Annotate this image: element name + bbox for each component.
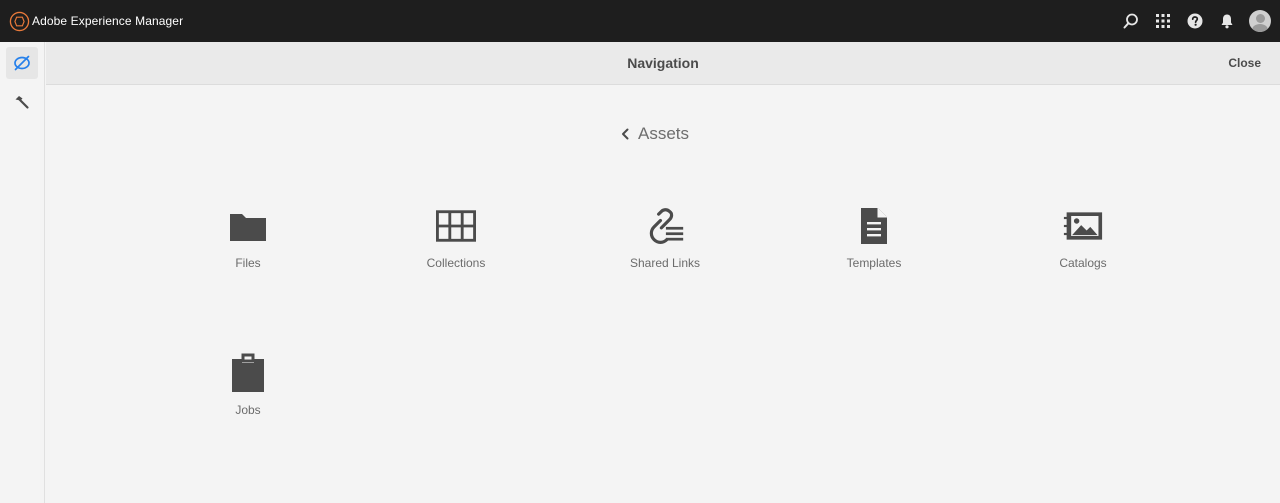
help-button[interactable] bbox=[1179, 0, 1211, 42]
template-document-icon bbox=[854, 206, 894, 246]
rail-navigation-button[interactable] bbox=[6, 47, 38, 79]
collections-grid-icon bbox=[436, 206, 476, 246]
aem-logo-icon bbox=[9, 11, 30, 31]
solutions-button[interactable] bbox=[1147, 0, 1179, 42]
breadcrumb-back[interactable]: Assets bbox=[620, 120, 689, 148]
search-button[interactable] bbox=[1115, 0, 1147, 42]
tile-label: Templates bbox=[846, 256, 902, 270]
tile-label: Collections bbox=[426, 256, 486, 270]
top-bar: Adobe Experience Manager bbox=[0, 0, 1280, 42]
navigation-header: Navigation Close bbox=[46, 42, 1280, 85]
app-grid-icon bbox=[1156, 14, 1170, 28]
tile-label: Files bbox=[235, 256, 261, 270]
navigation-compass-icon bbox=[14, 55, 30, 71]
brand-name: Adobe Experience Manager bbox=[32, 14, 184, 28]
chevron-left-icon bbox=[622, 128, 629, 140]
user-avatar[interactable] bbox=[1249, 10, 1271, 32]
tile-collections[interactable]: Collections bbox=[376, 206, 536, 316]
tile-label: Jobs bbox=[235, 403, 261, 417]
tile-files[interactable]: Files bbox=[168, 206, 328, 316]
panel-title: Navigation bbox=[627, 55, 699, 71]
hammer-tools-icon bbox=[15, 96, 29, 109]
tile-catalogs[interactable]: Catalogs bbox=[1003, 206, 1163, 316]
tile-templates[interactable]: Templates bbox=[794, 206, 954, 316]
tile-label: Shared Links bbox=[629, 256, 701, 270]
shared-links-icon bbox=[645, 206, 685, 246]
close-button[interactable]: Close bbox=[1228, 42, 1261, 85]
tile-label: Catalogs bbox=[1059, 256, 1107, 270]
brand-home-link[interactable]: Adobe Experience Manager bbox=[0, 0, 183, 42]
tile-jobs[interactable]: Jobs bbox=[168, 353, 328, 463]
search-icon bbox=[1123, 13, 1138, 29]
left-rail bbox=[0, 42, 45, 503]
clipboard-jobs-icon bbox=[228, 353, 268, 393]
top-actions bbox=[1115, 0, 1280, 42]
notifications-button[interactable] bbox=[1211, 0, 1243, 42]
breadcrumb-label: Assets bbox=[638, 124, 690, 143]
rail-tools-button[interactable] bbox=[6, 87, 38, 119]
bell-icon bbox=[1221, 14, 1233, 29]
help-icon bbox=[1187, 13, 1203, 29]
folder-icon bbox=[228, 206, 268, 246]
tile-shared-links[interactable]: Shared Links bbox=[585, 206, 745, 316]
catalog-image-icon bbox=[1063, 206, 1103, 246]
